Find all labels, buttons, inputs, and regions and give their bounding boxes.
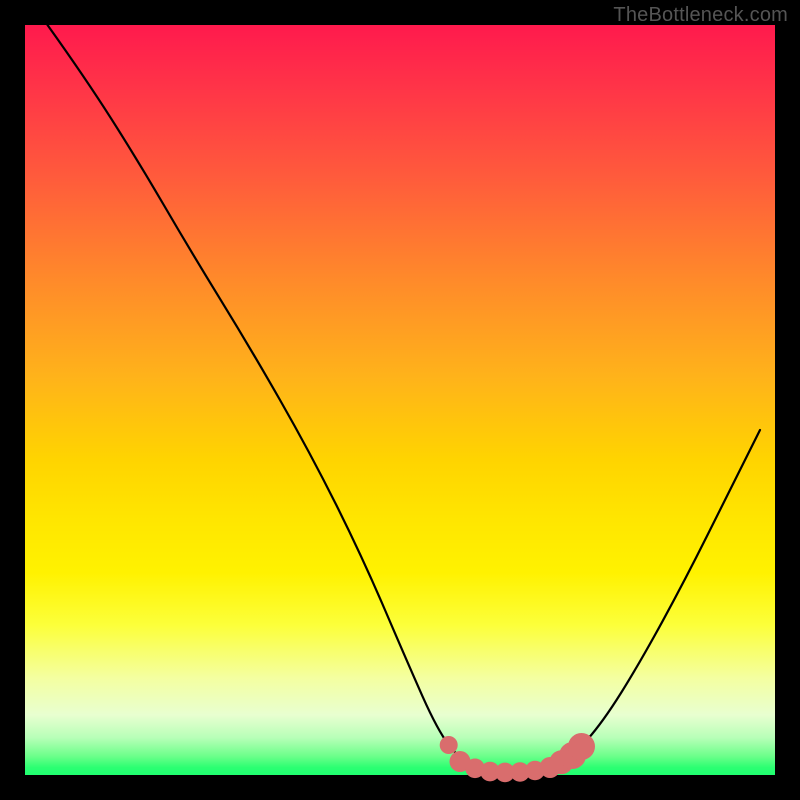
watermark-text: TheBottleneck.com [613, 4, 788, 27]
chart-container: TheBottleneck.com [0, 0, 800, 800]
marker-group [440, 733, 595, 782]
plot-area [25, 25, 775, 775]
curve-svg [25, 25, 775, 775]
bottleneck-curve [48, 25, 761, 772]
valley-marker [440, 736, 458, 754]
valley-marker [568, 733, 595, 760]
